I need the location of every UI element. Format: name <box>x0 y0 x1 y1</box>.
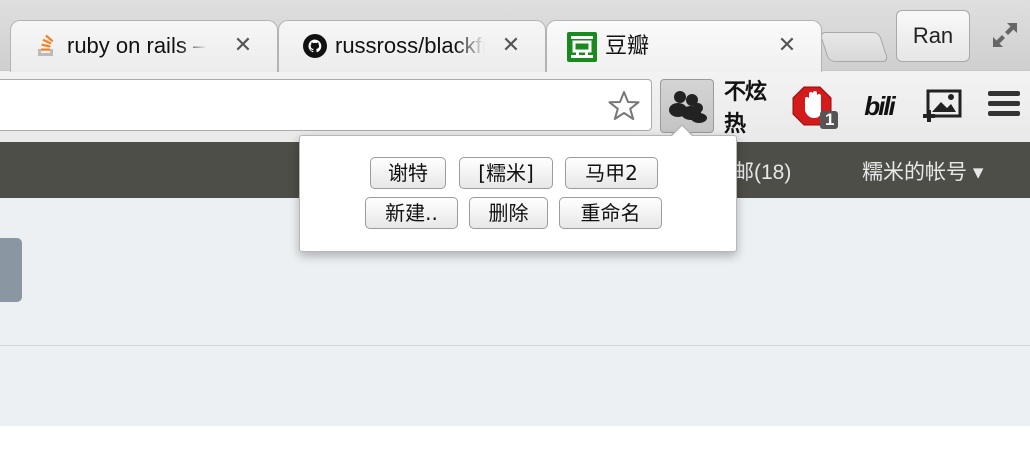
tab-strip: ruby on rails – I ✕ russross/blackfr ✕ 豆… <box>0 0 1030 72</box>
profile-button[interactable]: Ran <box>896 10 970 62</box>
add-image-icon <box>923 89 962 122</box>
divider <box>0 345 1030 346</box>
chrome-menu-icon[interactable] <box>988 91 1020 121</box>
image-extension-icon[interactable] <box>916 79 970 133</box>
tab-close-button[interactable]: ✕ <box>499 33 523 57</box>
tab-douban[interactable]: 豆瓣 ✕ <box>546 20 822 72</box>
bilibili-label: bili <box>864 90 896 121</box>
bilibili-extension-icon[interactable]: bili <box>852 79 906 133</box>
account-button-xiete[interactable]: 谢特 <box>370 157 446 189</box>
fullscreen-icon[interactable] <box>990 20 1020 50</box>
new-tab-button[interactable] <box>819 32 889 62</box>
stackoverflow-icon <box>38 34 54 56</box>
account-button-nuomi-current[interactable]: [糯米] <box>459 157 553 189</box>
bujiaoshu-extension-icon[interactable]: 不炫热 <box>724 79 778 136</box>
tab-close-button[interactable]: ✕ <box>775 33 799 57</box>
tab-stackoverflow[interactable]: ruby on rails – I ✕ <box>10 20 278 72</box>
douban-icon <box>567 32 597 62</box>
account-button-majia2[interactable]: 马甲2 <box>565 157 658 189</box>
tab-title: russross/blackfr <box>335 33 485 58</box>
account-switcher-popup: 谢特 [糯米] 马甲2 新建.. 删除 重命名 <box>299 135 737 252</box>
users-icon <box>669 91 707 123</box>
popup-arrow <box>672 126 692 136</box>
page-side-button[interactable] <box>0 238 22 302</box>
tab-github[interactable]: russross/blackfr ✕ <box>278 20 546 72</box>
new-account-button[interactable]: 新建.. <box>365 197 458 229</box>
bujiaoshu-label: 不炫热 <box>724 79 767 136</box>
account-menu-link[interactable]: 糯米的帐号 ▾ <box>862 156 983 186</box>
browser-toolbar: 不炫热 1 bili <box>0 70 1030 142</box>
rename-account-button[interactable]: 重命名 <box>559 197 662 229</box>
adblock-extension-icon[interactable]: 1 <box>788 79 842 133</box>
tab-title: ruby on rails – I <box>67 33 207 58</box>
bookmark-star-icon[interactable] <box>607 89 641 123</box>
adblock-badge: 1 <box>825 110 835 129</box>
github-icon <box>303 34 327 58</box>
tab-close-button[interactable]: ✕ <box>231 33 255 57</box>
tab-title: 豆瓣 <box>605 33 650 58</box>
delete-account-button[interactable]: 删除 <box>469 197 548 229</box>
address-bar[interactable] <box>0 79 652 131</box>
